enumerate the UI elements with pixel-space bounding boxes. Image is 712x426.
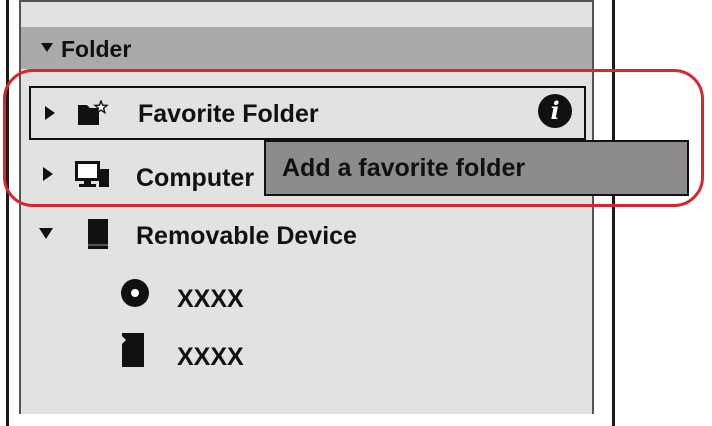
folder-section-label: Folder [61,36,132,62]
collapse-arrow-icon[interactable] [39,228,53,239]
favorite-folder-icon [78,100,109,125]
favorite-folder-label: Favorite Folder [138,100,319,128]
expand-arrow-icon[interactable] [45,106,55,120]
tooltip: Add a favorite folder [264,140,689,196]
device-label: XXXX [177,343,244,371]
folder-panel: Folder Favorite Folder i Computer Remova… [19,0,594,414]
device-label: XXXX [177,285,244,313]
tree-item-removable-device[interactable]: Removable Device [21,208,592,262]
disc-icon [121,279,149,307]
removable-device-label: Removable Device [136,222,357,250]
info-icon[interactable]: i [538,94,572,128]
tree-item-device-sd-card[interactable]: XXXX [21,330,592,380]
tree-item-device-disc[interactable]: XXXX [21,272,592,322]
removable-device-icon [88,219,108,249]
expand-arrow-icon[interactable] [43,167,53,181]
sd-card-icon [122,333,144,367]
tooltip-text: Add a favorite folder [282,154,526,182]
tree-item-favorite-folder[interactable]: Favorite Folder i [29,86,586,140]
folder-section-header[interactable]: Folder [21,27,592,69]
computer-icon [75,161,109,187]
computer-label: Computer [136,164,255,192]
collapse-arrow-icon[interactable] [41,43,53,52]
